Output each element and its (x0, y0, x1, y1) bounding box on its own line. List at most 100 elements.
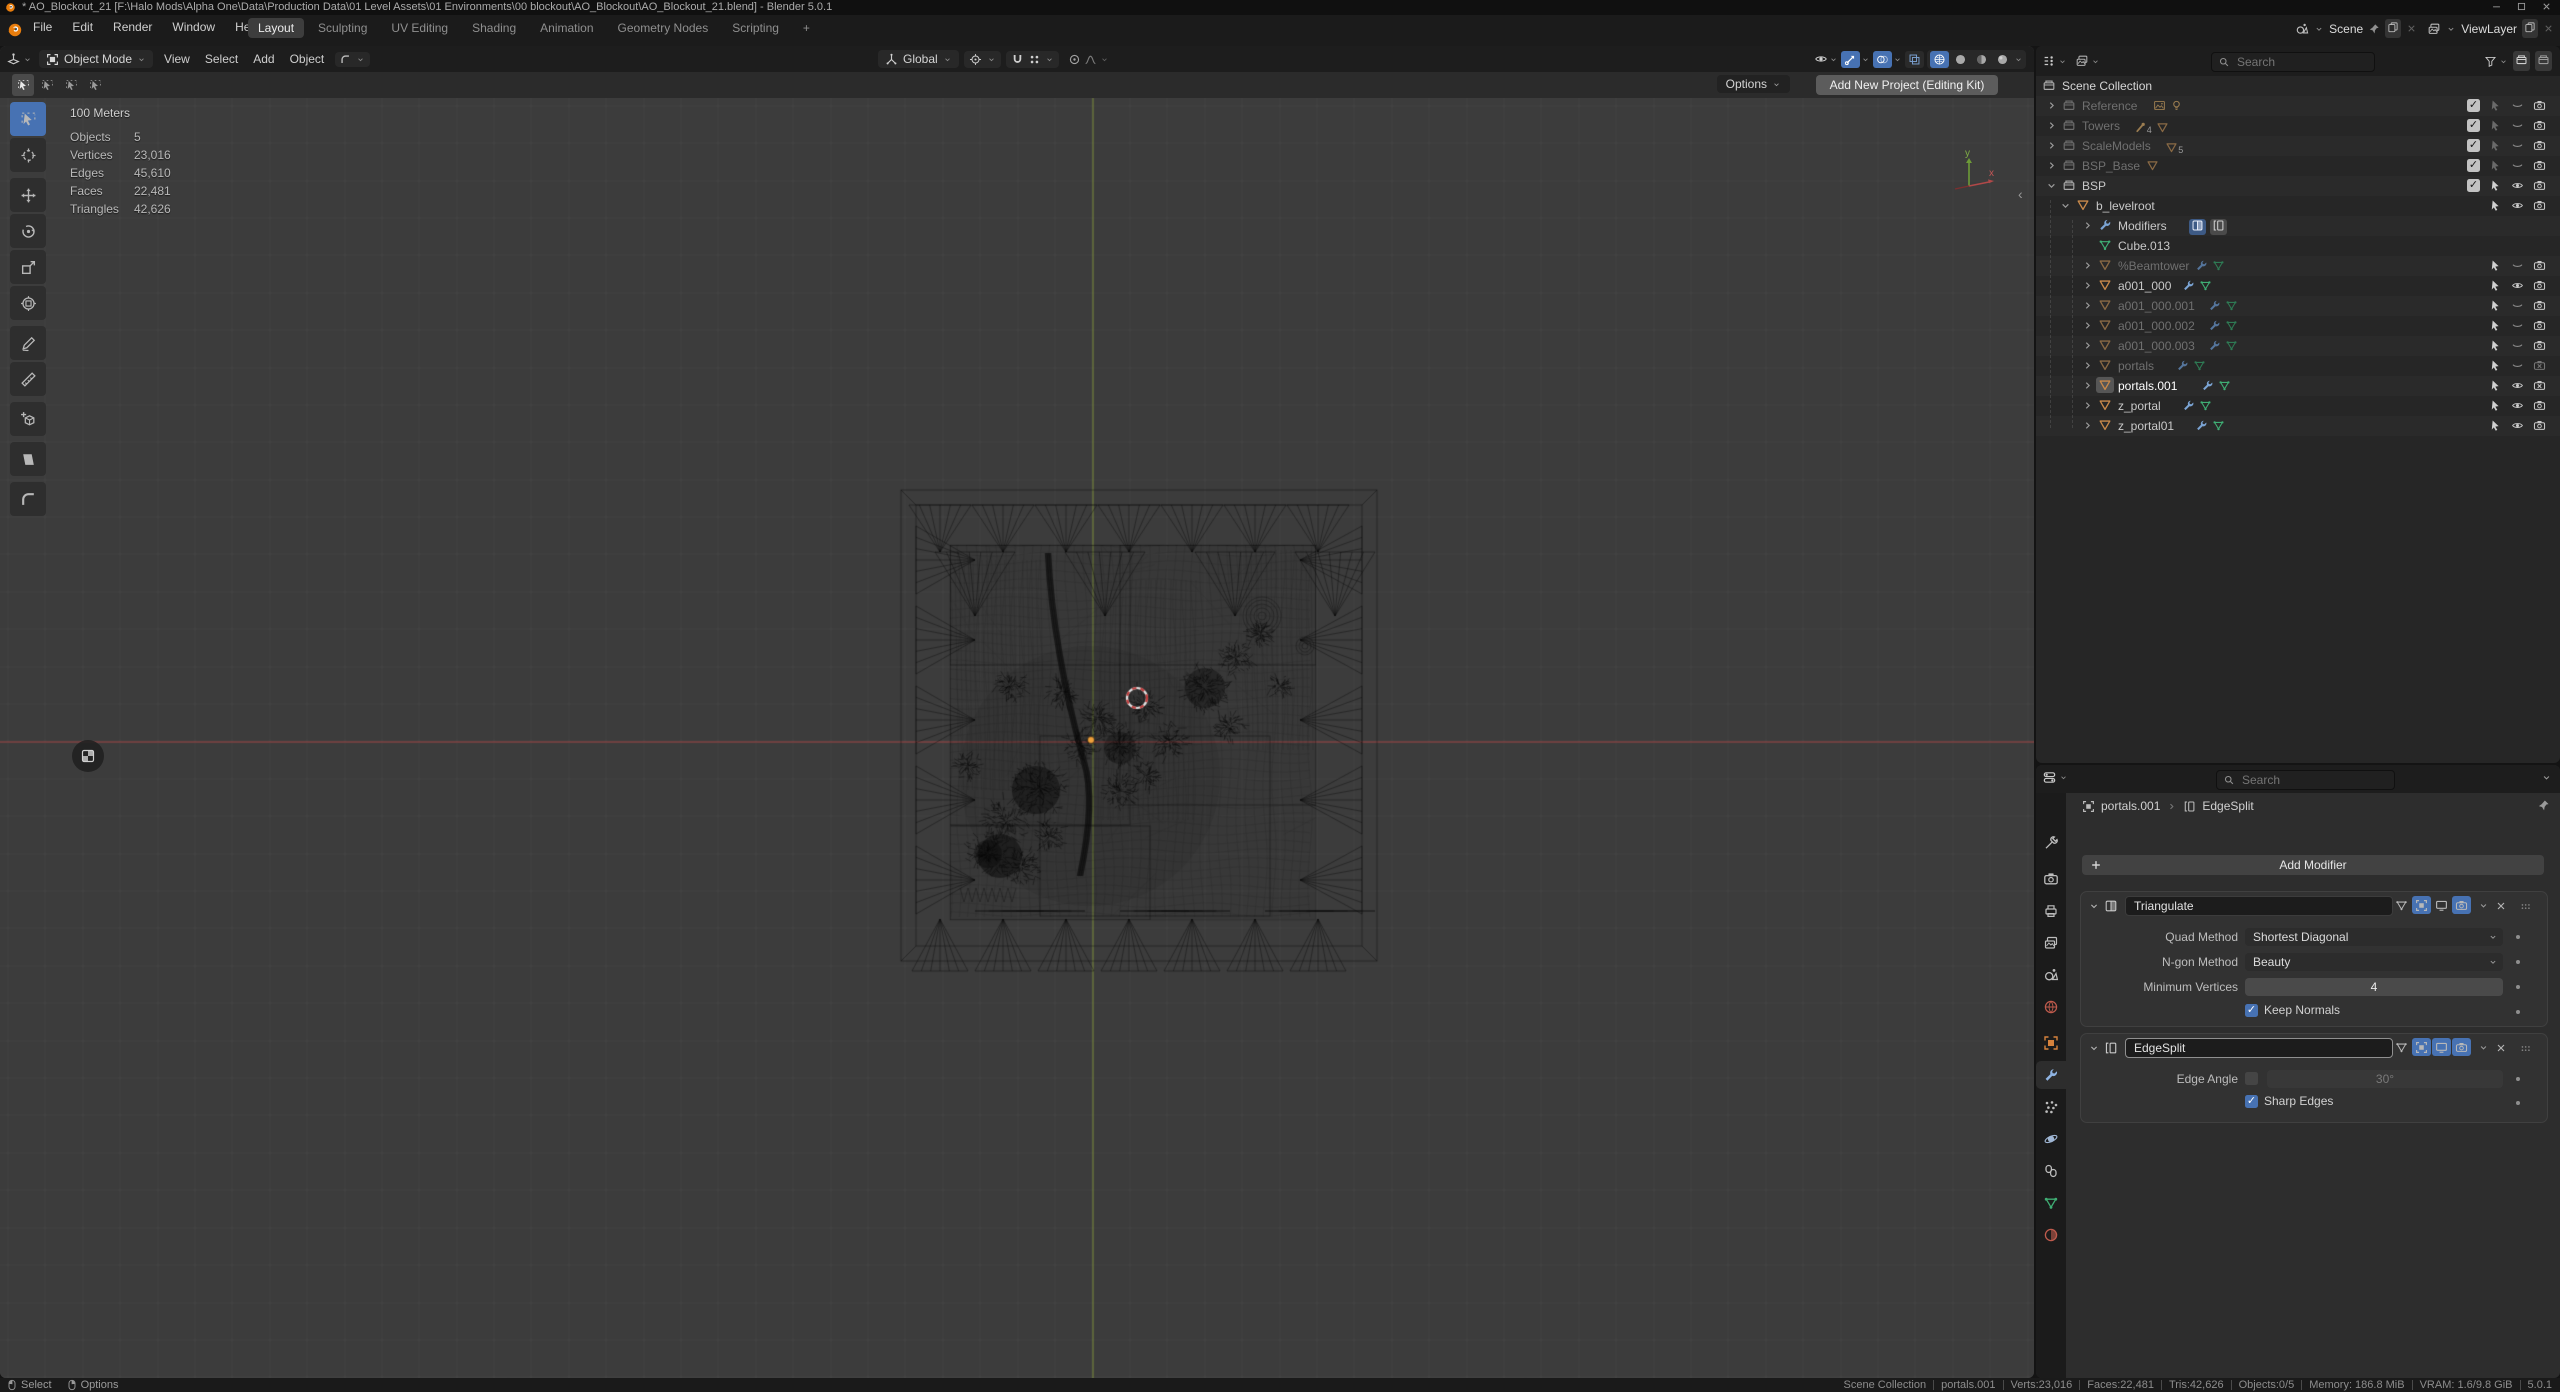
outliner-row[interactable]: z_portal (2036, 396, 2560, 416)
hide-toggle-icon[interactable] (2511, 379, 2524, 392)
properties-tab-output[interactable] (2036, 897, 2066, 925)
selectable-toggle-icon[interactable] (2489, 179, 2502, 192)
chevron-right-icon[interactable] (2081, 279, 2094, 292)
modifier-name-field[interactable]: EdgeSplit (2125, 1038, 2393, 1058)
filter-display-dropdown[interactable] (2075, 54, 2100, 68)
outliner-row[interactable]: a001_000.002 (2036, 316, 2560, 336)
snap-to-icon[interactable] (1028, 53, 1041, 66)
field-edge-angle[interactable]: 30° (2267, 1070, 2503, 1088)
render-toggle-icon[interactable] (2533, 319, 2546, 332)
checkbox-keep-normals[interactable]: ✓ (2245, 1004, 2258, 1017)
toggle-editmode[interactable] (2412, 1038, 2431, 1056)
outliner-row[interactable]: BSP ✓ (2036, 176, 2560, 196)
field-minimum-vertices[interactable]: 4 (2245, 978, 2503, 996)
tool-cursor[interactable] (10, 138, 46, 172)
outliner-row[interactable]: ScaleModels5✓ (2036, 136, 2560, 156)
view-layer-icon[interactable] (2427, 22, 2441, 36)
modifier-name-field[interactable]: Triangulate (2125, 896, 2393, 916)
tool-select-box[interactable] (10, 102, 46, 136)
tool-move[interactable] (10, 178, 46, 212)
visibility-dropdown[interactable] (1814, 52, 1838, 66)
properties-tab-object-data[interactable] (2036, 1189, 2066, 1217)
select-mode-new[interactable] (12, 74, 34, 96)
render-toggle-icon[interactable] (2533, 339, 2546, 352)
unlink-icon[interactable] (2406, 23, 2417, 34)
pin-button[interactable] (2537, 799, 2550, 815)
hide-toggle-icon[interactable] (2511, 399, 2524, 412)
chevron-down-icon[interactable] (2088, 900, 2100, 912)
hide-toggle-icon[interactable] (2511, 179, 2524, 192)
viewport-menu-object[interactable]: Object (286, 50, 329, 68)
filter-dropdown[interactable] (2484, 55, 2508, 68)
menu-file[interactable]: File (26, 18, 59, 36)
collection-checkbox[interactable]: ✓ (2467, 139, 2480, 152)
collection-checkbox[interactable]: ✓ (2467, 179, 2480, 192)
chevron-down-icon[interactable] (1100, 55, 1109, 64)
tool-scale[interactable] (10, 250, 46, 284)
remove-modifier-icon[interactable] (2495, 900, 2507, 912)
outliner-item-label[interactable]: a001_000.002 (2118, 316, 2195, 336)
render-toggle-icon[interactable] (2533, 199, 2546, 212)
hidden-eye-icon[interactable] (2511, 119, 2524, 132)
collection-checkbox[interactable]: ✓ (2467, 159, 2480, 172)
chevron-right-icon[interactable] (2081, 219, 2094, 232)
properties-tab-constraints[interactable] (2036, 1157, 2066, 1185)
field-n-gon-method[interactable]: Beauty (2245, 953, 2503, 971)
properties-options-button[interactable] (2541, 772, 2552, 786)
selectable-toggle-icon[interactable] (2489, 399, 2502, 412)
workspace-tab-layout[interactable]: Layout (248, 18, 304, 38)
hidden-eye-icon[interactable] (2511, 299, 2524, 312)
tool-shear[interactable] (10, 442, 46, 476)
axis-mini-gizmo[interactable]: yx (1945, 146, 2001, 202)
chevron-right-icon[interactable] (2081, 339, 2094, 352)
outliner-row[interactable]: portals (2036, 356, 2560, 376)
properties-tab-render[interactable] (2036, 865, 2066, 893)
render-toggle-icon[interactable] (2533, 259, 2546, 272)
breadcrumb-modifier[interactable]: EdgeSplit (2202, 799, 2253, 813)
properties-search-input[interactable] (2240, 772, 2354, 788)
hide-toggle-icon[interactable] (2511, 199, 2524, 212)
menu-window[interactable]: Window (165, 18, 222, 36)
hidden-eye-icon[interactable] (2511, 319, 2524, 332)
render-toggle-icon[interactable] (2533, 419, 2546, 432)
scene-copy-button[interactable] (2385, 19, 2401, 38)
select-mode-subtract[interactable] (60, 74, 82, 96)
viewport-menu-select[interactable]: Select (201, 50, 242, 68)
field-quad-method[interactable]: Shortest Diagonal (2245, 928, 2503, 946)
edge-angle-toggle[interactable] (2245, 1072, 2258, 1085)
render-toggle-icon[interactable] (2533, 379, 2546, 392)
shading-solid-button[interactable] (1951, 51, 1970, 68)
render-toggle-icon[interactable] (2533, 99, 2546, 112)
proportional-editing-icon[interactable] (1068, 53, 1081, 66)
add-modifier-button[interactable]: Add Modifier (2082, 855, 2544, 875)
hidden-eye-icon[interactable] (2511, 159, 2524, 172)
collection-checkbox[interactable]: ✓ (2467, 99, 2480, 112)
properties-tab-tool[interactable] (2036, 829, 2066, 857)
shading-wireframe-button[interactable] (1930, 51, 1949, 68)
decorator-dot[interactable] (2516, 1077, 2520, 1081)
hidden-eye-icon[interactable] (2511, 359, 2524, 372)
chevron-right-icon[interactable] (2081, 259, 2094, 272)
hide-toggle-icon[interactable] (2511, 279, 2524, 292)
pivot-dropdown[interactable] (964, 51, 1001, 68)
outliner-item-label[interactable]: portals.001 (2118, 376, 2177, 396)
outliner-item-label[interactable]: a001_000.001 (2118, 296, 2195, 316)
chevron-down-icon[interactable] (2045, 179, 2058, 192)
chevron-right-icon[interactable] (2081, 419, 2094, 432)
scene-icon[interactable] (2295, 22, 2309, 36)
hidden-eye-icon[interactable] (2511, 139, 2524, 152)
drag-handle-icon[interactable] (2520, 1042, 2533, 1055)
chevron-right-icon[interactable] (2045, 159, 2058, 172)
outliner-row[interactable]: Scene Collection (2036, 76, 2560, 96)
chevron-right-icon[interactable] (2045, 119, 2058, 132)
outliner-item-label[interactable]: ScaleModels (2082, 136, 2151, 156)
properties-tab-object[interactable] (2036, 1029, 2066, 1057)
outliner-item-label[interactable]: Modifiers (2118, 216, 2167, 236)
outliner-row[interactable]: a001_000.001 (2036, 296, 2560, 316)
workspace-tab-scripting[interactable]: Scripting (722, 18, 789, 38)
chevron-down-icon[interactable] (2088, 1042, 2100, 1054)
outliner-item-label[interactable]: BSP (2082, 176, 2106, 196)
selectable-toggle-icon[interactable] (2489, 159, 2502, 172)
render-toggle-icon[interactable] (2533, 179, 2546, 192)
render-toggle-icon[interactable] (2533, 119, 2546, 132)
